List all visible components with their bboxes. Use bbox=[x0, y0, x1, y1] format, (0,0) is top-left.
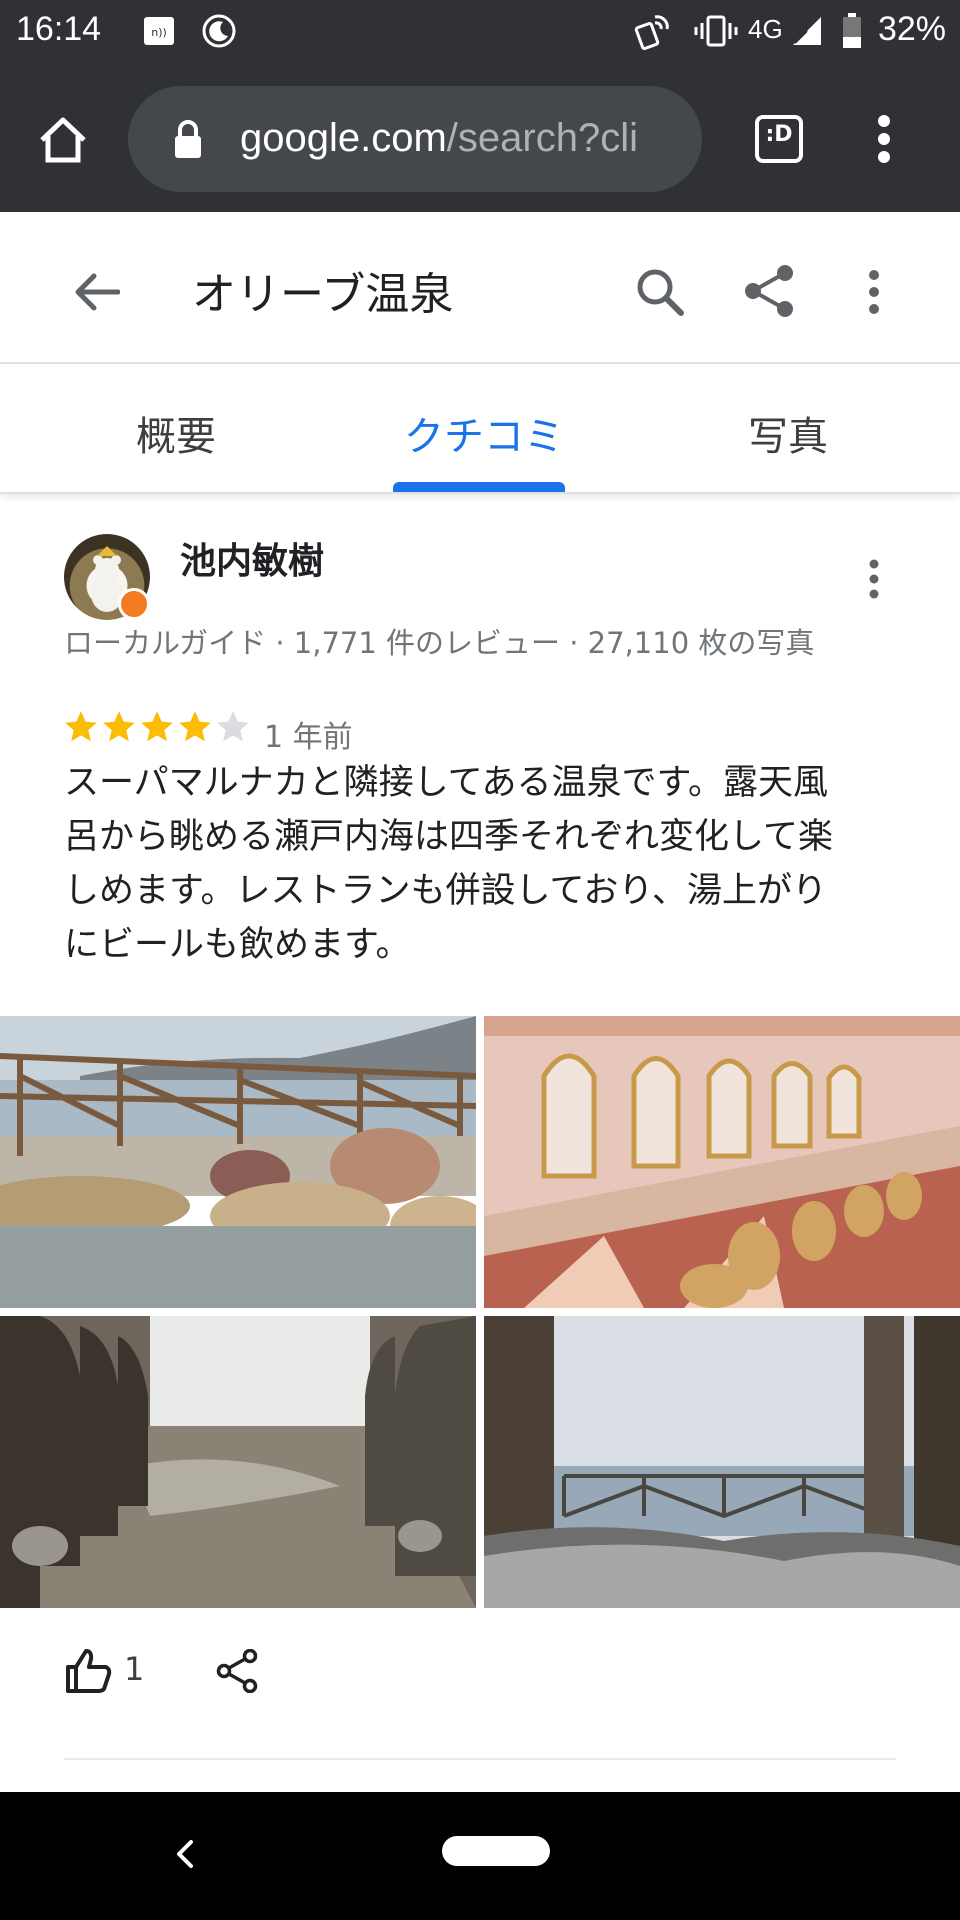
review-text: スーパマルナカと隣接してある温泉です。露天風呂から眺める瀬戸内海は四季それぞれ変… bbox=[64, 763, 833, 965]
share-icon[interactable] bbox=[738, 260, 800, 322]
battery-icon bbox=[840, 12, 864, 50]
review-more-vert-icon[interactable] bbox=[862, 556, 886, 602]
status-bar: 16:14 n)) 4G 32% bbox=[0, 0, 960, 64]
thumbs-up-icon[interactable] bbox=[62, 1646, 114, 1694]
star-rating bbox=[62, 708, 252, 746]
reviewer-meta: ローカルガイド · 1,771 件のレビュー · 27,110 枚の写真 bbox=[64, 626, 815, 660]
review-date: 1 年前 bbox=[264, 720, 353, 755]
address-bar[interactable]: google.com/search?cli bbox=[128, 86, 702, 192]
star-filled-icon bbox=[179, 711, 211, 742]
star-empty-icon bbox=[217, 711, 249, 742]
do-not-disturb-moon-icon bbox=[200, 12, 238, 50]
lock-icon bbox=[168, 116, 208, 162]
indoor-bath-photo[interactable] bbox=[0, 1316, 476, 1608]
browser-toolbar: google.com/search?cli :D bbox=[0, 64, 960, 212]
avatar[interactable] bbox=[64, 534, 150, 620]
svg-text:n)): n)) bbox=[151, 26, 167, 39]
place-title: オリーブ温泉 bbox=[192, 269, 454, 320]
overflow-menu-icon[interactable] bbox=[862, 108, 906, 170]
tab-overview[interactable]: 概要 bbox=[136, 404, 216, 462]
review-photos bbox=[0, 1016, 960, 1608]
nfc-icon: n)) bbox=[140, 12, 178, 50]
home-icon[interactable] bbox=[30, 108, 96, 174]
status-time: 16:14 bbox=[16, 10, 102, 48]
star-filled-icon bbox=[65, 711, 97, 742]
more-vert-icon[interactable] bbox=[858, 262, 890, 322]
search-icon[interactable] bbox=[630, 262, 690, 322]
url-host: google.com bbox=[240, 116, 447, 160]
signal-icon bbox=[790, 12, 824, 50]
hotspot-icon bbox=[632, 12, 674, 51]
dressing-room-vanity-photo[interactable] bbox=[484, 1016, 960, 1308]
vibrate-icon bbox=[694, 12, 738, 50]
star-filled-icon bbox=[141, 711, 173, 742]
system-back-icon[interactable] bbox=[170, 1836, 200, 1872]
system-home-pill[interactable] bbox=[442, 1836, 550, 1866]
url-path: /search?cli bbox=[446, 116, 638, 160]
back-arrow-icon[interactable] bbox=[66, 262, 126, 322]
url-text: google.com/search?cli bbox=[240, 116, 638, 161]
divider bbox=[64, 1758, 896, 1760]
like-count: 1 bbox=[124, 1650, 145, 1688]
star-filled-icon bbox=[103, 711, 135, 742]
bath-sea-view-photo[interactable] bbox=[484, 1316, 960, 1608]
place-tabs: 概要 クチコミ 写真 bbox=[0, 366, 960, 494]
battery-percent: 32% bbox=[877, 10, 946, 48]
tab-switcher-icon[interactable]: :D bbox=[752, 112, 806, 166]
outdoor-bath-rocks-sea-photo[interactable] bbox=[0, 1016, 476, 1308]
active-tab-indicator bbox=[393, 482, 565, 492]
system-nav-bar bbox=[0, 1792, 960, 1920]
local-guide-badge-icon bbox=[118, 588, 150, 620]
tab-photos[interactable]: 写真 bbox=[748, 404, 828, 462]
network-type: 4G bbox=[748, 14, 783, 44]
place-header: オリーブ温泉 bbox=[0, 212, 960, 364]
tab-switcher-label: :D bbox=[765, 122, 793, 147]
reviewer-name[interactable]: 池内敏樹 bbox=[180, 532, 324, 584]
tab-reviews[interactable]: クチコミ bbox=[404, 404, 564, 462]
review-share-icon[interactable] bbox=[214, 1648, 260, 1694]
